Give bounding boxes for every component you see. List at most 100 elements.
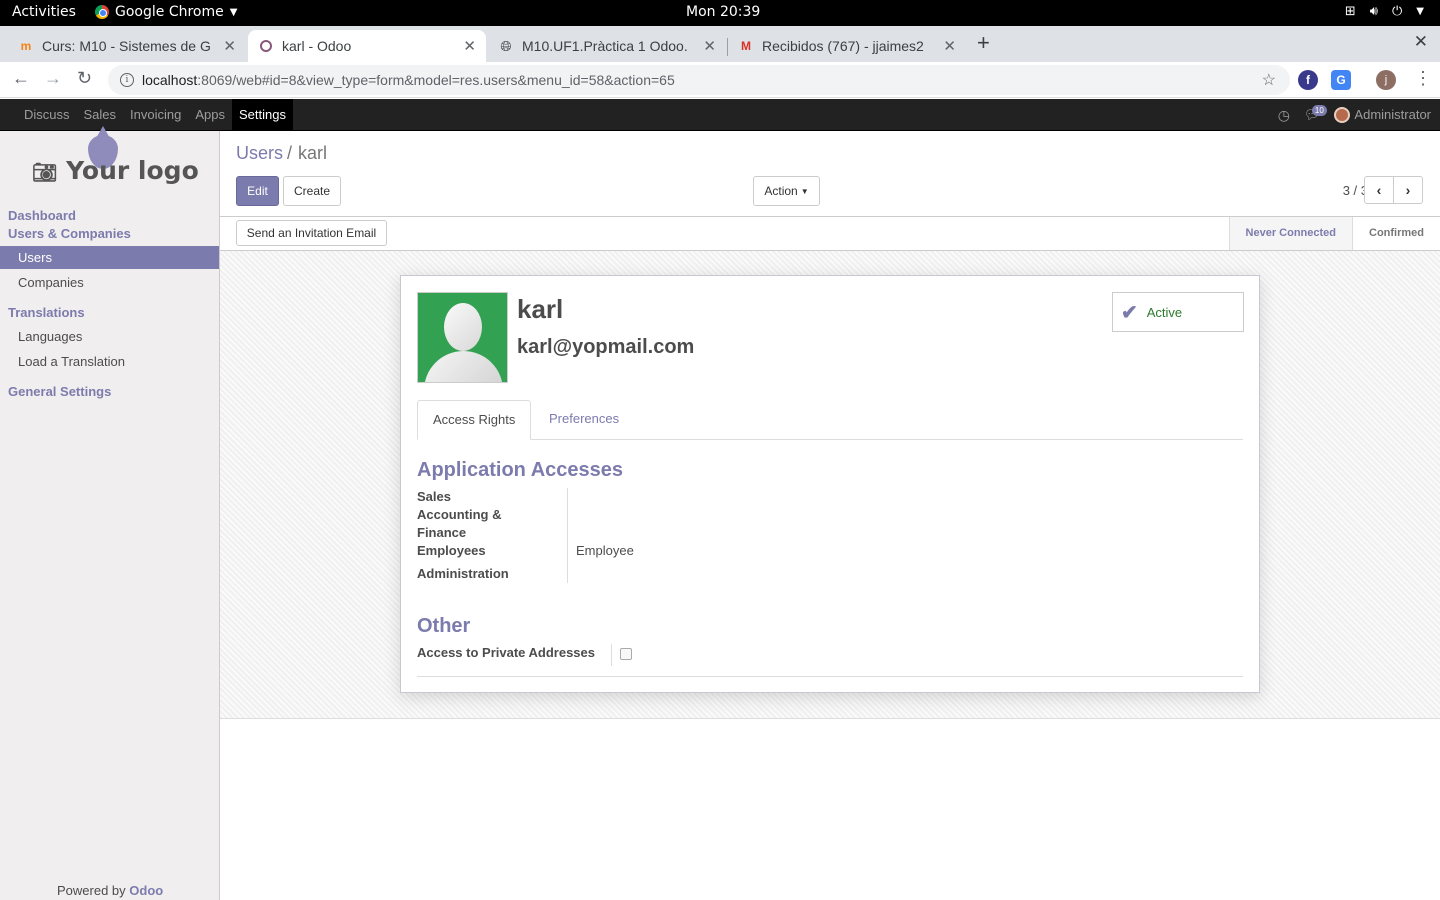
- app-menu[interactable]: Google Chrome ▼: [95, 4, 237, 20]
- odoo-link[interactable]: Odoo: [129, 883, 163, 898]
- close-tab-icon[interactable]: ✕: [943, 37, 956, 55]
- status-never-connected: Never Connected: [1228, 217, 1352, 250]
- user-menu[interactable]: Administrator: [1334, 107, 1431, 124]
- caret-down-icon: ▼: [800, 186, 809, 196]
- status-confirmed: Confirmed: [1352, 217, 1440, 250]
- gmail-icon: M: [741, 39, 751, 53]
- action-dropdown[interactable]: Action ▼: [753, 176, 820, 206]
- forward-button[interactable]: →: [44, 68, 62, 89]
- activities-button[interactable]: Activities: [12, 4, 76, 20]
- browser-tab-gmail[interactable]: M Recibidos (767) - jjaimes2 ✕: [728, 30, 966, 62]
- clock[interactable]: Mon 20:39: [686, 4, 760, 20]
- sidebar-section-dashboard[interactable]: Dashboard: [8, 208, 76, 223]
- tab-access-rights[interactable]: Access Rights: [417, 400, 532, 440]
- odoo-main-navbar: Discuss Sales Invoicing Apps Settings ◷ …: [0, 99, 1440, 131]
- breadcrumb-users-link[interactable]: Users: [236, 143, 283, 163]
- check-icon: ✔: [1121, 301, 1138, 324]
- sidebar-section-translations: Translations: [8, 305, 85, 320]
- field-label-accounting: Accounting &: [417, 507, 502, 522]
- activity-clock-icon[interactable]: ◷: [1278, 107, 1290, 124]
- logo-label: Your logo: [66, 156, 199, 185]
- private-addresses-checkbox[interactable]: [620, 648, 632, 660]
- form-sheet-background: karl karl@yopmail.com ✔ Active Access Ri…: [220, 251, 1440, 719]
- section-other: Other: [417, 615, 471, 637]
- form-statusbar: Send an Invitation Email Never Connected…: [220, 217, 1440, 251]
- bookmark-star-icon[interactable]: ☆: [1262, 70, 1276, 90]
- extension-icon[interactable]: f: [1298, 70, 1318, 90]
- settings-sidebar: 📷︎ Your logo Dashboard Users & Companies…: [0, 126, 220, 900]
- company-logo[interactable]: 📷︎ Your logo: [32, 126, 199, 191]
- active-toggle-button[interactable]: ✔ Active: [1112, 292, 1244, 332]
- system-tray[interactable]: ⊞ 🔊︎ ⏻ ▼: [1345, 4, 1424, 19]
- sidebar-item-load-translation[interactable]: Load a Translation: [0, 350, 219, 373]
- close-tab-icon[interactable]: ✕: [223, 37, 236, 55]
- close-tab-icon[interactable]: ✕: [463, 37, 476, 55]
- form-notebook-tabs: Access Rights Preferences: [417, 400, 1243, 440]
- sidebar-section-general-settings[interactable]: General Settings: [8, 384, 111, 399]
- field-label-finance: Finance: [417, 525, 467, 540]
- chat-count-badge: 10: [1311, 105, 1327, 116]
- browser-tab-odoo[interactable]: karl - Odoo ✕: [248, 30, 486, 62]
- address-bar[interactable]: i localhost:8069/web#id=8&view_type=form…: [108, 65, 1290, 95]
- globe-icon: 🌐︎: [500, 37, 512, 54]
- sidebar-item-users[interactable]: Users: [0, 246, 219, 269]
- pager-next-button[interactable]: ›: [1393, 176, 1423, 204]
- control-panel: Users / karl Edit Create Action ▼ 3 / 3 ‹ ›: [220, 131, 1440, 217]
- avatar-body-shape: [424, 351, 503, 382]
- messaging-icon[interactable]: 💬︎ 10: [1304, 105, 1327, 123]
- field-divider: [567, 488, 568, 583]
- menu-discuss[interactable]: Discuss: [17, 99, 77, 131]
- pager-previous-button[interactable]: ‹: [1364, 176, 1394, 204]
- close-tab-icon[interactable]: ✕: [703, 37, 716, 55]
- powered-by: Powered by Odoo: [57, 883, 163, 898]
- camera-icon: 📷︎: [32, 160, 58, 184]
- form-sheet: karl karl@yopmail.com ✔ Active Access Ri…: [400, 275, 1260, 693]
- status-steps: Never Connected Confirmed: [1228, 217, 1440, 250]
- menu-apps[interactable]: Apps: [188, 99, 232, 131]
- browser-menu-icon[interactable]: ⋮: [1414, 68, 1432, 89]
- url-path: :8069/web#id=8&view_type=form&model=res.…: [197, 72, 675, 88]
- field-label-sales: Sales: [417, 489, 451, 504]
- odoo-icon: [258, 38, 274, 54]
- chrome-icon: [95, 5, 109, 19]
- tab-title: karl - Odoo: [282, 38, 352, 54]
- menu-settings[interactable]: Settings: [232, 99, 293, 131]
- tab-preferences[interactable]: Preferences: [534, 400, 634, 440]
- logo-text: 📷︎ Your logo: [32, 156, 199, 185]
- browser-tab-moodle[interactable]: m Curs: M10 - Sistemes de G ✕: [8, 30, 246, 62]
- new-tab-button[interactable]: +: [977, 30, 990, 56]
- reload-button[interactable]: ↻: [77, 68, 92, 89]
- sidebar-item-companies[interactable]: Companies: [0, 271, 219, 294]
- translate-extension-icon[interactable]: G: [1331, 70, 1351, 90]
- menu-invoicing[interactable]: Invoicing: [123, 99, 188, 131]
- field-divider: [611, 644, 612, 666]
- app-menu-list: Discuss Sales Invoicing Apps Settings: [17, 99, 293, 131]
- close-window-icon[interactable]: ✕: [1414, 32, 1428, 52]
- field-label-private-addresses: Access to Private Addresses: [417, 645, 596, 660]
- powered-prefix: Powered by: [57, 883, 126, 898]
- user-login-email: karl@yopmail.com: [517, 336, 695, 358]
- field-label-employees: Employees: [417, 543, 486, 558]
- sidebar-item-languages[interactable]: Languages: [0, 325, 219, 348]
- breadcrumb-separator: /: [287, 143, 293, 163]
- site-info-icon[interactable]: i: [120, 73, 134, 87]
- dropdown-arrow-icon: ▼: [1416, 6, 1424, 17]
- url-host: localhost: [142, 72, 198, 88]
- power-icon: ⏻: [1392, 4, 1403, 19]
- user-avatar-image[interactable]: [417, 292, 508, 383]
- moodle-icon: m: [20, 39, 32, 53]
- edit-button[interactable]: Edit: [236, 176, 279, 206]
- action-label: Action: [764, 184, 798, 198]
- dropdown-arrow-icon: ▼: [229, 6, 238, 18]
- send-invitation-button[interactable]: Send an Invitation Email: [236, 220, 387, 246]
- create-button[interactable]: Create: [283, 176, 341, 206]
- back-button[interactable]: ←: [12, 68, 30, 89]
- browser-tab-practica[interactable]: 🌐︎ M10.UF1.Pràctica 1 Odoo. ✕: [488, 30, 726, 62]
- systray: ◷ 💬︎ 10 Administrator: [1278, 99, 1431, 131]
- employees-value-select[interactable]: Employee: [576, 543, 634, 558]
- user-name: Administrator: [1354, 106, 1431, 122]
- avatar: [1334, 107, 1351, 124]
- profile-avatar[interactable]: j: [1376, 70, 1396, 90]
- avatar-head-shape: [444, 303, 482, 351]
- browser-toolbar: ← → ↻ i localhost:8069/web#id=8&view_typ…: [0, 62, 1440, 98]
